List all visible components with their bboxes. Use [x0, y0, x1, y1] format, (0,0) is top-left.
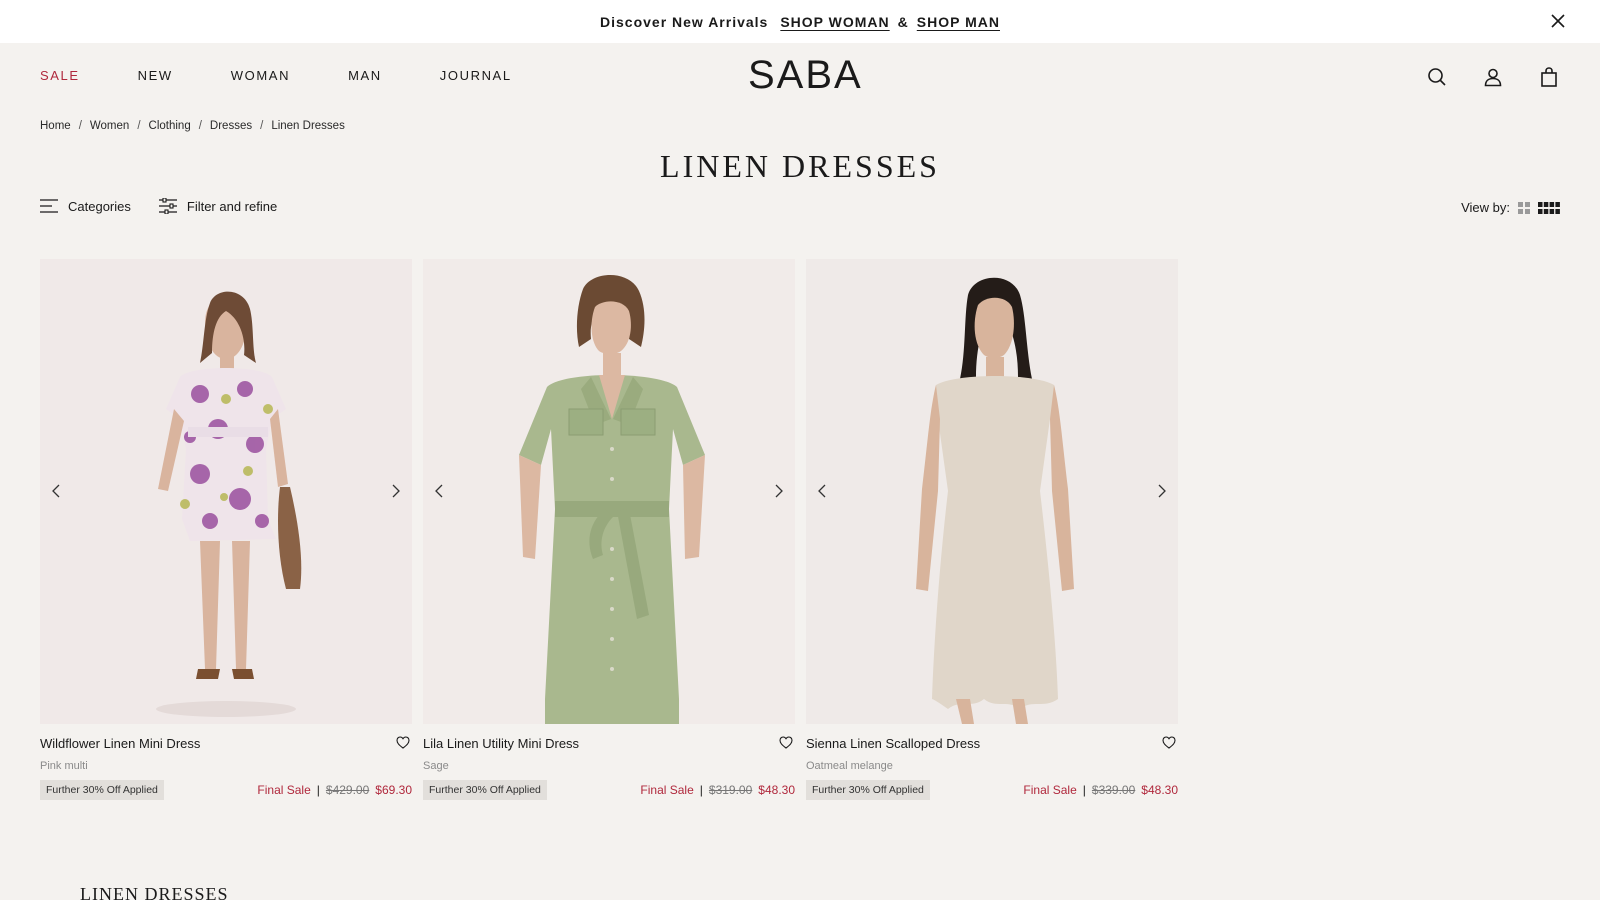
listing-toolbar: Categories Filter and refine — [40, 198, 305, 214]
original-price: $319.00 — [708, 783, 753, 797]
final-sale-label: Final Sale — [1023, 783, 1077, 797]
view-by-label: View by: — [1461, 200, 1510, 215]
product-price: Final Sale | $319.00 $48.30 — [640, 783, 795, 797]
close-icon[interactable] — [1548, 11, 1568, 31]
product-name[interactable]: Sienna Linen Scalloped Dress — [806, 736, 980, 751]
promo-badge: Further 30% Off Applied — [40, 780, 164, 800]
announcement-text: Discover New Arrivals — [600, 13, 769, 30]
promo-badge: Further 30% Off Applied — [806, 780, 930, 800]
chevron-right-icon[interactable] — [1154, 479, 1170, 503]
product-name[interactable]: Lila Linen Utility Mini Dress — [423, 736, 579, 751]
product-info: Lila Linen Utility Mini Dress Sage Furth… — [423, 724, 795, 804]
nav-woman[interactable]: WOMAN — [231, 68, 290, 83]
product-color: Oatmeal melange — [806, 760, 893, 772]
product-image[interactable] — [40, 259, 412, 724]
product-image[interactable] — [423, 259, 795, 724]
filter-button[interactable]: Filter and refine — [158, 198, 278, 214]
site-header: SALE NEW WOMAN MAN JOURNAL SABA — [0, 43, 1600, 111]
breadcrumb-dresses[interactable]: Dresses — [210, 120, 252, 132]
breadcrumb: Home / Women / Clothing / Dresses / Line… — [40, 120, 345, 132]
breadcrumb-women[interactable]: Women — [90, 120, 129, 132]
announcement-amp: & — [897, 13, 909, 30]
product-image[interactable] — [806, 259, 1178, 724]
view-by: View by: — [1461, 200, 1560, 215]
shop-woman-link[interactable]: SHOP WOMAN — [780, 14, 889, 30]
bag-icon[interactable] — [1538, 66, 1560, 88]
product-name[interactable]: Wildflower Linen Mini Dress — [40, 736, 200, 751]
product-price: Final Sale | $339.00 $48.30 — [1023, 783, 1178, 797]
product-info: Sienna Linen Scalloped Dress Oatmeal mel… — [806, 724, 1178, 804]
chevron-left-icon[interactable] — [814, 479, 830, 503]
menu-icon — [40, 199, 58, 213]
product-card[interactable]: Lila Linen Utility Mini Dress Sage Furth… — [423, 259, 795, 804]
heart-icon[interactable] — [1162, 736, 1176, 749]
grid-2-icon[interactable] — [1518, 201, 1530, 214]
brand-logo[interactable]: SABA — [748, 53, 863, 98]
final-sale-label: Final Sale — [257, 783, 311, 797]
product-card[interactable]: Wildflower Linen Mini Dress Pink multi F… — [40, 259, 412, 804]
chevron-left-icon[interactable] — [431, 479, 447, 503]
shop-man-link[interactable]: SHOP MAN — [917, 14, 1000, 30]
chevron-left-icon[interactable] — [48, 479, 64, 503]
product-price: Final Sale | $429.00 $69.30 — [257, 783, 412, 797]
chevron-right-icon[interactable] — [388, 479, 404, 503]
original-price: $429.00 — [325, 783, 370, 797]
product-grid: Wildflower Linen Mini Dress Pink multi F… — [40, 259, 1178, 804]
nav-sale[interactable]: SALE — [40, 68, 80, 83]
nav-man[interactable]: MAN — [348, 68, 382, 83]
categories-label: Categories — [68, 198, 131, 214]
nav-journal[interactable]: JOURNAL — [440, 68, 512, 83]
search-icon[interactable] — [1426, 66, 1448, 88]
main-nav: SALE NEW WOMAN MAN JOURNAL — [40, 68, 570, 83]
sale-price: $69.30 — [375, 783, 412, 797]
account-icon[interactable] — [1482, 66, 1504, 88]
filter-label: Filter and refine — [186, 198, 278, 214]
breadcrumb-current: Linen Dresses — [271, 120, 345, 132]
product-color: Pink multi — [40, 760, 88, 772]
header-icons — [1426, 66, 1560, 88]
announcement-bar: Discover New Arrivals SHOP WOMAN & SHOP … — [0, 0, 1600, 43]
product-color: Sage — [423, 760, 449, 772]
heart-icon[interactable] — [396, 736, 410, 749]
grid-4-icon[interactable] — [1538, 201, 1560, 214]
original-price: $339.00 — [1091, 783, 1136, 797]
breadcrumb-home[interactable]: Home — [40, 120, 71, 132]
heart-icon[interactable] — [779, 736, 793, 749]
final-sale-label: Final Sale — [640, 783, 694, 797]
section-title: LINEN DRESSES — [80, 884, 229, 900]
categories-button[interactable]: Categories — [40, 198, 131, 214]
sale-price: $48.30 — [1141, 783, 1178, 797]
sale-price: $48.30 — [758, 783, 795, 797]
chevron-right-icon[interactable] — [771, 479, 787, 503]
breadcrumb-clothing[interactable]: Clothing — [149, 120, 191, 132]
filter-icon — [158, 198, 177, 214]
nav-new[interactable]: NEW — [138, 68, 173, 83]
product-info: Wildflower Linen Mini Dress Pink multi F… — [40, 724, 412, 804]
page-title: LINEN DRESSES — [660, 148, 940, 184]
product-card[interactable]: Sienna Linen Scalloped Dress Oatmeal mel… — [806, 259, 1178, 804]
promo-badge: Further 30% Off Applied — [423, 780, 547, 800]
